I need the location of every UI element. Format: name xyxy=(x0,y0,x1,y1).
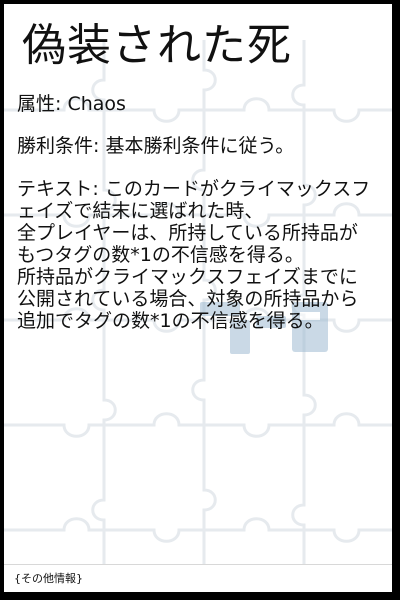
card-text-line: ェイズで結末に選ばれた時、 xyxy=(17,200,264,222)
card-footer: {その他情報} xyxy=(4,564,392,592)
card-text-line: 所持品がクライマックスフェイズまでに xyxy=(17,266,358,288)
card-attribute: 属性: Chaos xyxy=(17,93,126,115)
card-text-line: もつタグの数*1の不信感を得る。 xyxy=(17,244,304,266)
card-victory-condition: 勝利条件: 基本勝利条件に従う。 xyxy=(17,135,295,157)
card-text-line: テキスト: このカードがクライマックスフ xyxy=(17,178,371,200)
card-frame: 偽装された死 属性: Chaos 勝利条件: 基本勝利条件に従う。 テキスト: … xyxy=(4,4,392,592)
card-text: テキスト: このカードがクライマックスフ ェイズで結末に選ばれた時、 全プレイヤ… xyxy=(17,178,387,332)
footer-other-info: {その他情報} xyxy=(14,572,83,585)
card-content: 偽装された死 属性: Chaos 勝利条件: 基本勝利条件に従う。 テキスト: … xyxy=(4,4,392,564)
card-text-line: 公開されている場合、対象の所持品から xyxy=(17,288,359,310)
card-title: 偽装された死 xyxy=(22,20,292,71)
card-text-line: 追加でタグの数*1の不信感を得る。 xyxy=(17,310,324,332)
card-text-line: 全プレイヤーは、所持している所持品が xyxy=(17,222,358,244)
